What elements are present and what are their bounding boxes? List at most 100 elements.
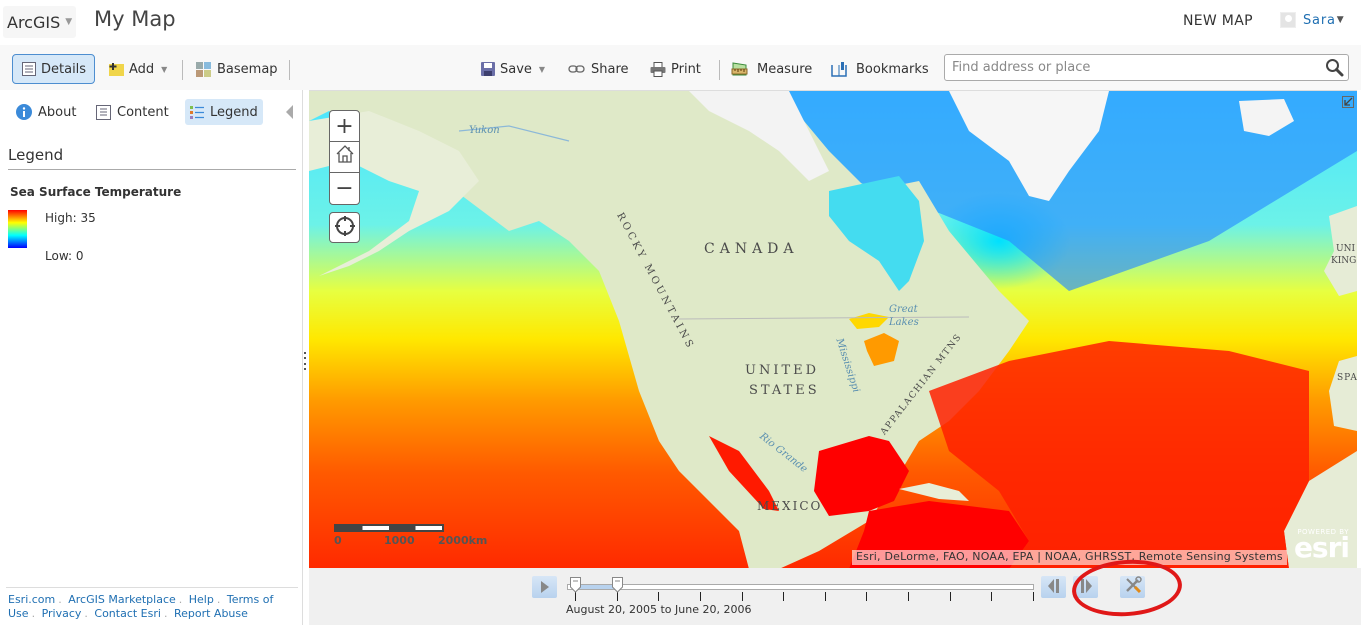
time-range-label: August 20, 2005 to June 20, 2006 (566, 603, 752, 616)
home-icon (335, 144, 355, 170)
map-label-lakes: Lakes (889, 317, 919, 328)
collapse-panel-icon[interactable] (286, 105, 293, 119)
map-title: My Map (94, 7, 176, 31)
avatar-icon (1280, 12, 1296, 28)
basemap-button[interactable]: Basemap (196, 54, 278, 84)
scale-bar: 0 1000 2000km (334, 524, 487, 548)
user-menu[interactable]: Sara ▼ (1280, 12, 1344, 28)
measure-label: Measure (757, 61, 813, 77)
locate-button[interactable] (329, 212, 360, 243)
save-button[interactable]: Save ▼ (481, 54, 545, 84)
print-button[interactable]: Print (650, 54, 701, 84)
basemap-label: Basemap (217, 61, 278, 77)
details-label: Details (41, 61, 87, 77)
time-slider-tick (824, 592, 826, 601)
step-forward-icon (1080, 578, 1092, 597)
footer-link[interactable]: ArcGIS Marketplace (68, 593, 176, 606)
tab-legend[interactable]: Legend (185, 99, 263, 125)
map-label-great: Great (889, 304, 918, 315)
tab-content-label: Content (117, 104, 169, 120)
search-icon[interactable] (1325, 58, 1344, 81)
map-view[interactable]: Yukon CANADA ROCKY MOUNTAINS UNITED STAT… (309, 90, 1357, 568)
legend-list-icon (190, 105, 204, 120)
esri-logo[interactable]: POWERED BY esri (1293, 528, 1350, 564)
bookmarks-label: Bookmarks (856, 61, 929, 77)
panel-tabs: About Content Legend (0, 90, 303, 135)
time-slider-track[interactable] (567, 584, 1034, 590)
map-label-uk-2: KING (1331, 256, 1357, 266)
cuba (899, 483, 969, 501)
zoom-in-button[interactable]: + (330, 111, 359, 142)
iberia (1329, 356, 1357, 431)
ramp-low-label: Low: 0 (45, 249, 84, 263)
link-chain-icon (568, 64, 586, 74)
details-button[interactable]: Details (12, 54, 95, 84)
footer-link[interactable]: Report Abuse (174, 607, 248, 620)
printer-icon (650, 61, 666, 77)
play-button[interactable] (532, 576, 557, 598)
share-button[interactable]: Share (568, 54, 629, 84)
toolbar-divider (719, 60, 720, 80)
new-map-link[interactable]: NEW MAP (1183, 13, 1253, 29)
map-label-united: UNITED (745, 363, 820, 378)
play-icon (540, 578, 550, 597)
time-slider-tick (1033, 592, 1034, 601)
time-settings-button[interactable] (1120, 576, 1145, 598)
crosshair-icon (334, 215, 356, 241)
arcgis-map-viewer: ArcGIS ▼ My Map NEW MAP Sara ▼ Details A… (0, 0, 1361, 625)
wrench-screwdriver-icon (1124, 576, 1142, 598)
basemap-land (309, 91, 1357, 568)
search-input[interactable] (945, 55, 1315, 80)
measure-ruler-icon (731, 61, 748, 77)
add-button[interactable]: Add ▼ (109, 54, 167, 84)
add-label: Add (129, 61, 155, 77)
time-slider: August 20, 2005 to June 20, 2006 (309, 568, 1361, 625)
print-label: Print (671, 61, 701, 77)
toolbar-divider (289, 60, 290, 80)
expand-map-icon[interactable] (1342, 93, 1354, 112)
legend-heading: Legend (8, 146, 64, 164)
divider (6, 587, 298, 588)
time-slider-tick (783, 592, 785, 601)
home-button[interactable] (330, 142, 359, 173)
time-slider-tick (991, 592, 993, 601)
tab-about[interactable]: About (11, 99, 81, 125)
chevron-down-icon: ▼ (65, 17, 73, 27)
time-slider-tick (658, 592, 660, 601)
next-button[interactable] (1073, 576, 1098, 598)
bookmark-book-icon (831, 61, 847, 77)
tab-content[interactable]: Content (91, 99, 174, 125)
tab-legend-label: Legend (210, 104, 258, 120)
map-label-uk-1: UNI (1336, 244, 1356, 254)
footer-links: Esri.com. ArcGIS Marketplace. Help. Term… (8, 593, 274, 620)
share-label: Share (591, 61, 629, 77)
layer-title: Sea Surface Temperature (10, 185, 182, 199)
footer-link[interactable]: Help (189, 593, 214, 606)
time-slider-tick (949, 592, 951, 601)
time-slider-tick (575, 592, 576, 601)
main-toolbar: Details Add ▼ Basemap Save ▼ Share Print… (0, 45, 1361, 90)
content-list-icon (96, 104, 111, 120)
time-slider-start-handle[interactable] (570, 577, 581, 593)
map-label-states: STATES (749, 383, 820, 398)
brand-label: ArcGIS (7, 12, 61, 32)
panel-resize-handle[interactable] (304, 352, 307, 370)
ramp-high-label: High: 35 (45, 211, 96, 225)
footer-link[interactable]: Esri.com (8, 593, 55, 606)
measure-button[interactable]: Measure (731, 54, 812, 84)
scale-label: 2000km (438, 534, 488, 547)
footer-link[interactable]: Privacy (42, 607, 82, 620)
zoom-out-button[interactable]: − (330, 173, 359, 204)
time-slider-tick (699, 592, 701, 601)
user-name: Sara (1303, 12, 1336, 28)
save-disk-icon (481, 62, 495, 76)
time-slider-tick (908, 592, 910, 601)
footer-link[interactable]: Contact Esri (94, 607, 161, 620)
time-slider-end-handle[interactable] (611, 577, 623, 593)
zoom-control: + − (329, 110, 360, 205)
arcgis-menu-button[interactable]: ArcGIS ▼ (3, 6, 77, 38)
previous-button[interactable] (1041, 576, 1066, 598)
info-icon (16, 104, 32, 120)
logo-word: esri (1293, 531, 1350, 564)
bookmarks-button[interactable]: Bookmarks (831, 54, 929, 84)
